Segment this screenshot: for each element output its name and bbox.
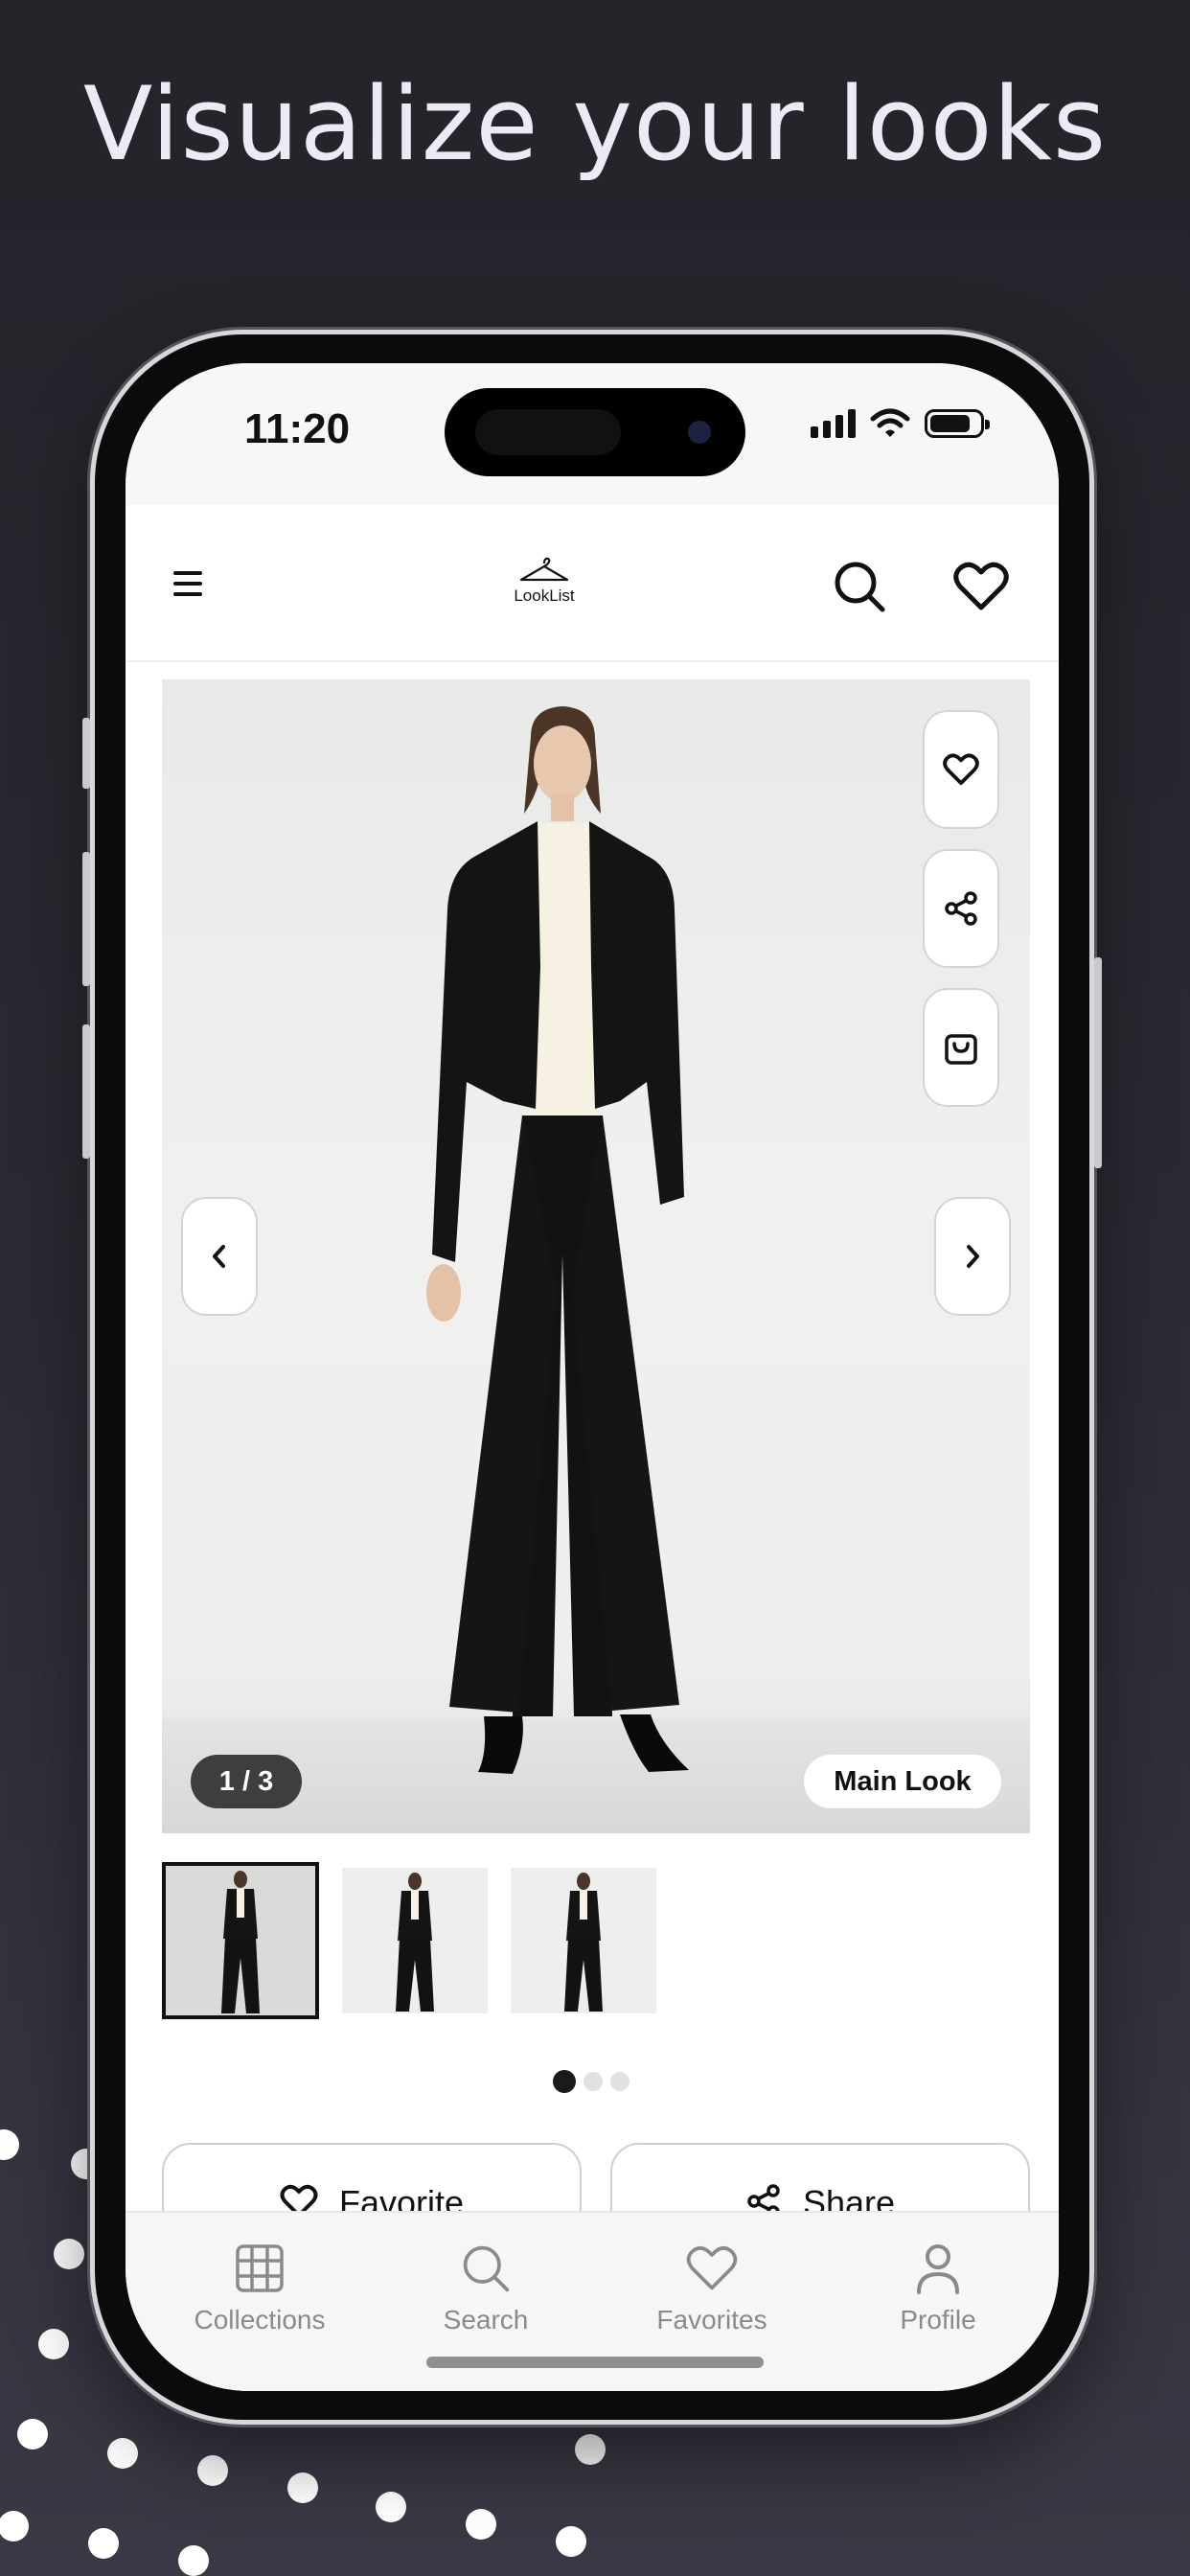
grid-icon <box>236 2244 284 2292</box>
search-icon <box>835 562 885 612</box>
look-label-badge: Main Look <box>804 1755 1001 1808</box>
status-bar: 11:20 <box>126 363 1059 505</box>
thumbnail-strip <box>162 1862 656 2019</box>
logo-text: LookList <box>514 586 575 605</box>
favorite-look-button[interactable] <box>923 710 999 829</box>
search-button[interactable] <box>828 555 891 618</box>
page-dot[interactable] <box>584 2072 603 2091</box>
wifi-icon <box>870 408 910 437</box>
tab-label: Favorites <box>656 2305 767 2334</box>
tab-search[interactable]: Search <box>390 2240 582 2335</box>
page-dot[interactable] <box>610 2072 629 2091</box>
app-screen: 11:20 LookList 1 / 3 Main Look Favorite … <box>126 363 1059 2391</box>
tab-label: Search <box>443 2305 529 2334</box>
previous-image-button[interactable] <box>181 1197 258 1316</box>
tab-collections[interactable]: Collections <box>164 2240 355 2335</box>
tab-favorites[interactable]: Favorites <box>616 2240 808 2335</box>
signal-icon <box>811 409 856 438</box>
page-indicator <box>553 2070 629 2093</box>
next-image-button[interactable] <box>934 1197 1011 1316</box>
hamburger-icon[interactable] <box>173 564 212 603</box>
search-icon <box>463 2245 510 2292</box>
tab-label: Profile <box>900 2305 976 2334</box>
thumbnail-2[interactable] <box>342 1868 488 2013</box>
tab-profile[interactable]: Profile <box>842 2240 1034 2335</box>
shopping-bag-icon <box>945 1034 977 1065</box>
logo: LookList <box>496 555 592 606</box>
chevron-left-icon <box>213 1245 225 1268</box>
app-header: LookList <box>126 505 1059 662</box>
tab-label: Collections <box>194 2305 326 2334</box>
phone-frame: 11:20 LookList 1 / 3 Main Look Favorite … <box>82 330 1102 2425</box>
shop-look-button[interactable] <box>923 988 999 1107</box>
heart-icon <box>953 562 1009 610</box>
image-counter-badge: 1 / 3 <box>191 1755 302 1808</box>
thumbnail-3[interactable] <box>511 1868 656 2013</box>
home-indicator[interactable] <box>426 2357 764 2368</box>
share-look-button[interactable] <box>923 849 999 968</box>
headline: Visualize your looks <box>82 65 1108 183</box>
thumbnail-1[interactable] <box>162 1862 319 2019</box>
look-image[interactable]: 1 / 3 Main Look <box>162 679 1030 1833</box>
chevron-right-icon <box>967 1245 979 1268</box>
heart-icon <box>686 2246 738 2290</box>
person-icon <box>917 2244 959 2294</box>
battery-icon <box>925 409 990 438</box>
page-dot-active[interactable] <box>553 2070 576 2093</box>
favorites-button[interactable] <box>950 555 1013 618</box>
status-time: 11:20 <box>244 405 351 452</box>
heart-icon <box>943 753 979 786</box>
hanger-icon <box>519 557 569 582</box>
dynamic-island <box>445 388 745 476</box>
model-figure <box>426 706 689 1774</box>
share-icon <box>945 891 977 926</box>
